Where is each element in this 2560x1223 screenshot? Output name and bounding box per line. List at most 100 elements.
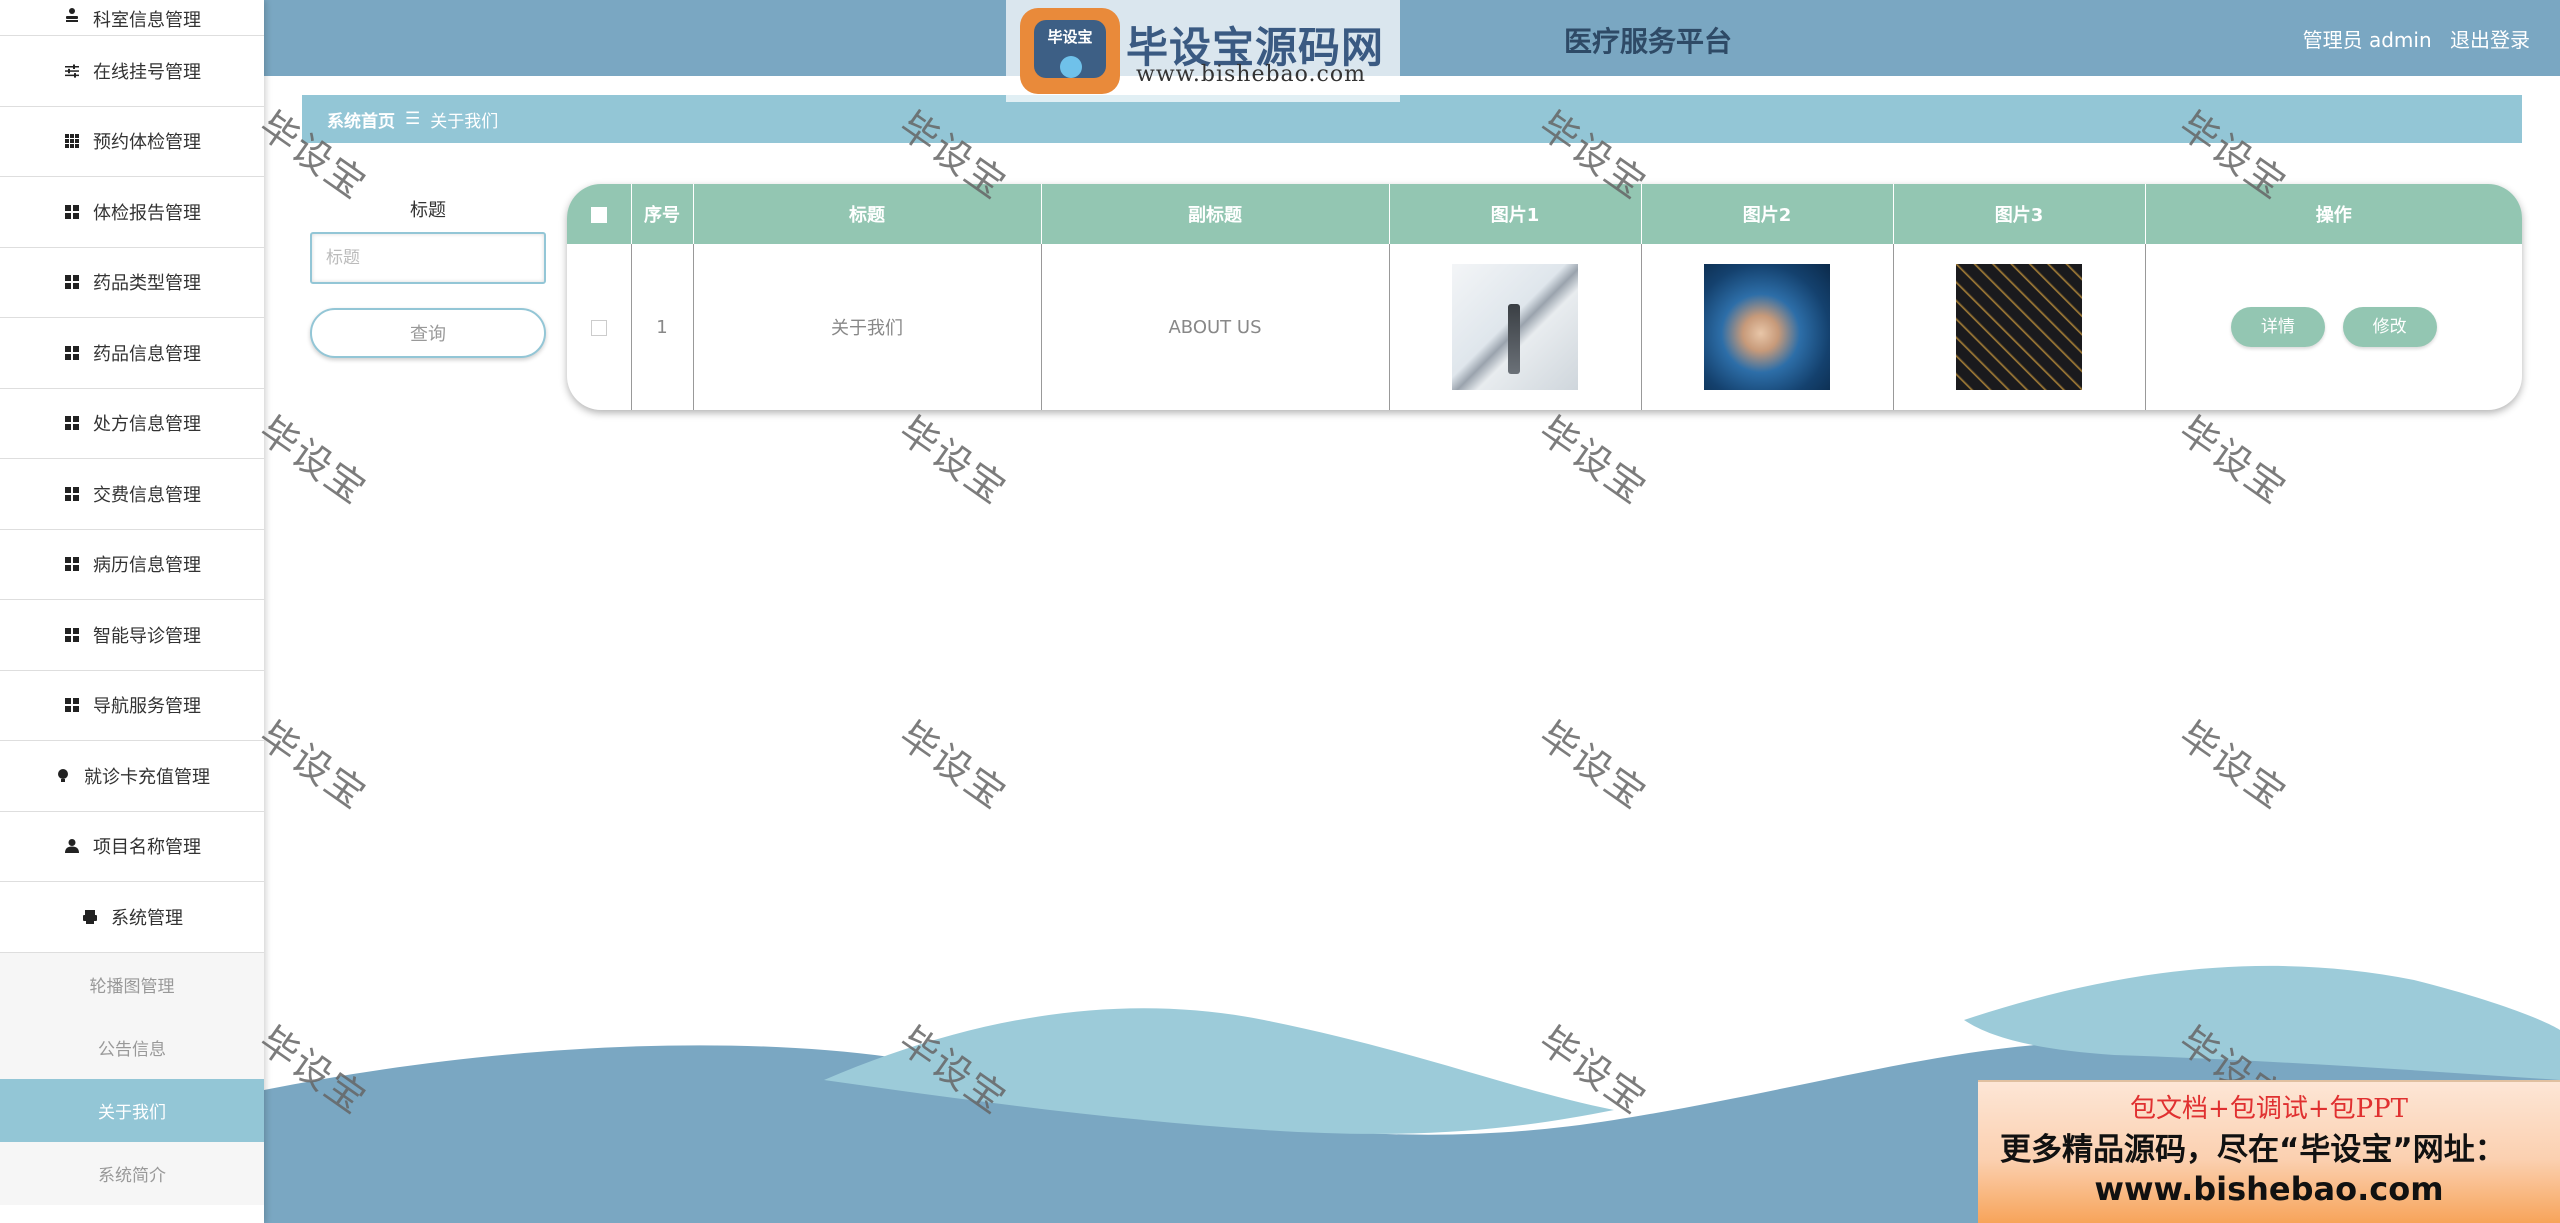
title-search-input[interactable]: [310, 232, 546, 284]
watermark-text: 毕设宝: [251, 407, 375, 513]
meeting-room-image[interactable]: [1452, 264, 1578, 390]
sidebar-item-system[interactable]: 系统管理: [0, 882, 264, 953]
sidebar-item-smart-guide[interactable]: 智能导诊管理: [0, 600, 264, 671]
column-header-image1: 图片1: [1389, 184, 1642, 244]
site-logo: 毕设宝 毕设宝源码网 www.bishebao.com: [1006, 0, 1400, 102]
sidebar-item-label: 处方信息管理: [93, 414, 201, 436]
sidebar-item-label: 药品类型管理: [93, 273, 201, 295]
row-checkbox[interactable]: [590, 319, 607, 336]
sidebar-item-card-recharge[interactable]: 就诊卡充值管理: [0, 741, 264, 812]
sidebar-item-label: 在线挂号管理: [93, 61, 201, 83]
breadcrumb: 系统首页 ☰ 关于我们: [302, 95, 2522, 143]
sidebar-sub-item-label: 轮播图管理: [89, 976, 175, 997]
user-upload-icon: [63, 6, 81, 24]
search-label: 标题: [410, 200, 446, 221]
logo-badge-icon: 毕设宝: [1020, 8, 1120, 94]
sidebar-sub-item-label: 公告信息: [98, 1039, 166, 1060]
hands-teamwork-image[interactable]: [1704, 264, 1830, 390]
sliders-icon: [63, 62, 81, 80]
row-subtitle: ABOUT US: [1041, 244, 1390, 410]
data-table: 序号 标题 副标题 图片1 图片2 图片3 操作 1 关于我们 ABOUT US…: [567, 184, 2522, 410]
logout-link[interactable]: 退出登录: [2450, 28, 2530, 52]
sidebar-item-label: 就诊卡充值管理: [84, 766, 210, 788]
table-row: 1 关于我们 ABOUT US 详情 修改: [567, 244, 2522, 410]
app-title: 医疗服务平台: [1564, 25, 1733, 58]
sidebar-item-drug-info[interactable]: 药品信息管理: [0, 318, 264, 389]
sidebar-item-project[interactable]: 项目名称管理: [0, 812, 264, 882]
watermark-text: 毕设宝: [2171, 407, 2295, 513]
row-image2-cell: [1641, 244, 1894, 410]
grid-icon: [63, 344, 81, 362]
row-title: 关于我们: [693, 244, 1042, 410]
search-button[interactable]: 查询: [310, 308, 546, 358]
bulb-icon: [54, 767, 72, 785]
table-header-row: 序号 标题 副标题 图片1 图片2 图片3 操作: [567, 184, 2522, 244]
column-header-title: 标题: [693, 184, 1042, 244]
top-header: 医疗服务平台 管理员 admin 退出登录: [264, 0, 2560, 76]
promo-banner: 包文档+包调试+包PPT 更多精品源码，尽在“毕设宝”网址： www.bishe…: [1978, 1080, 2560, 1223]
sidebar-item-label: 预约体检管理: [93, 132, 201, 154]
column-header-image3: 图片3: [1893, 184, 2146, 244]
logo-dot-icon: [1060, 56, 1082, 78]
row-actions: 详情 修改: [2145, 244, 2522, 410]
grid-icon: [63, 273, 81, 291]
sidebar: 科室信息管理 在线挂号管理 预约体检管理 体检报告管理 药品类型管理 药品信息管…: [0, 0, 264, 1223]
user-icon: [63, 837, 81, 855]
sidebar-item-label: 科室信息管理: [93, 10, 201, 31]
breadcrumb-home[interactable]: 系统首页: [327, 107, 395, 132]
sidebar-item-navigation[interactable]: 导航服务管理: [0, 671, 264, 741]
sidebar-item-prescription[interactable]: 处方信息管理: [0, 389, 264, 459]
sidebar-item-medical-record[interactable]: 病历信息管理: [0, 530, 264, 600]
grid-icon: [63, 696, 81, 714]
grid-icon: [63, 203, 81, 221]
row-select-cell: [567, 244, 632, 410]
sidebar-item-label: 导航服务管理: [93, 696, 201, 718]
edit-button[interactable]: 修改: [2342, 307, 2437, 347]
watermark-text: 毕设宝: [1531, 407, 1655, 513]
sidebar-item-drug-type[interactable]: 药品类型管理: [0, 248, 264, 318]
sidebar-sub-item-label: 关于我们: [98, 1102, 166, 1123]
grid-icon: [63, 555, 81, 573]
watermark-text: 毕设宝: [251, 712, 375, 818]
sidebar-item-checkup-booking[interactable]: 预约体检管理: [0, 107, 264, 177]
user-label: 管理员 admin: [2302, 28, 2432, 52]
sidebar-item-label: 药品信息管理: [93, 343, 201, 365]
sidebar-sub-item-carousel[interactable]: 轮播图管理: [0, 952, 264, 1016]
logo-url: www.bishebao.com: [1136, 62, 1366, 87]
detail-button[interactable]: 详情: [2230, 307, 2325, 347]
sidebar-item-label: 交费信息管理: [93, 484, 201, 506]
sidebar-item-checkup-report[interactable]: 体检报告管理: [0, 177, 264, 248]
sidebar-sub-item-about-us[interactable]: 关于我们: [0, 1078, 264, 1142]
sidebar-item-label: 系统管理: [111, 907, 183, 929]
watermark-text: 毕设宝: [1531, 712, 1655, 818]
promo-url[interactable]: www.bishebao.com: [1978, 1170, 2560, 1208]
select-all-checkbox[interactable]: [590, 206, 607, 223]
watermark-text: 毕设宝: [2171, 712, 2295, 818]
select-all-cell: [567, 184, 632, 244]
column-header-image2: 图片2: [1641, 184, 1894, 244]
promo-line-2: 更多精品源码，尽在“毕设宝”网址：: [2000, 1132, 2506, 1168]
grid-dots-icon: [63, 132, 81, 150]
row-image3-cell: [1893, 244, 2146, 410]
grid-icon: [63, 414, 81, 432]
row-index: 1: [631, 244, 694, 410]
column-header-actions: 操作: [2315, 205, 2352, 226]
dark-gold-pattern-image[interactable]: [1956, 264, 2082, 390]
sidebar-item-label: 智能导诊管理: [93, 625, 201, 647]
sidebar-sub-item-system-intro[interactable]: 系统简介: [0, 1141, 264, 1205]
watermark-text: 毕设宝: [891, 407, 1015, 513]
promo-line-1: 包文档+包调试+包PPT: [2130, 1094, 2408, 1124]
sidebar-item-label: 项目名称管理: [93, 837, 201, 859]
breadcrumb-current: 关于我们: [430, 111, 499, 132]
column-header-subtitle: 副标题: [1041, 184, 1390, 244]
sidebar-sub-item-notice[interactable]: 公告信息: [0, 1015, 264, 1079]
sidebar-item-department[interactable]: 科室信息管理: [0, 0, 264, 36]
sidebar-item-registration[interactable]: 在线挂号管理: [0, 36, 264, 107]
printer-icon: [81, 908, 99, 926]
breadcrumb-separator-icon: ☰: [405, 109, 421, 129]
grid-icon: [63, 485, 81, 503]
row-image1-cell: [1389, 244, 1642, 410]
sidebar-sub-item-label: 系统简介: [98, 1165, 166, 1186]
watermark-text: 毕设宝: [891, 712, 1015, 818]
sidebar-item-payment[interactable]: 交费信息管理: [0, 459, 264, 530]
